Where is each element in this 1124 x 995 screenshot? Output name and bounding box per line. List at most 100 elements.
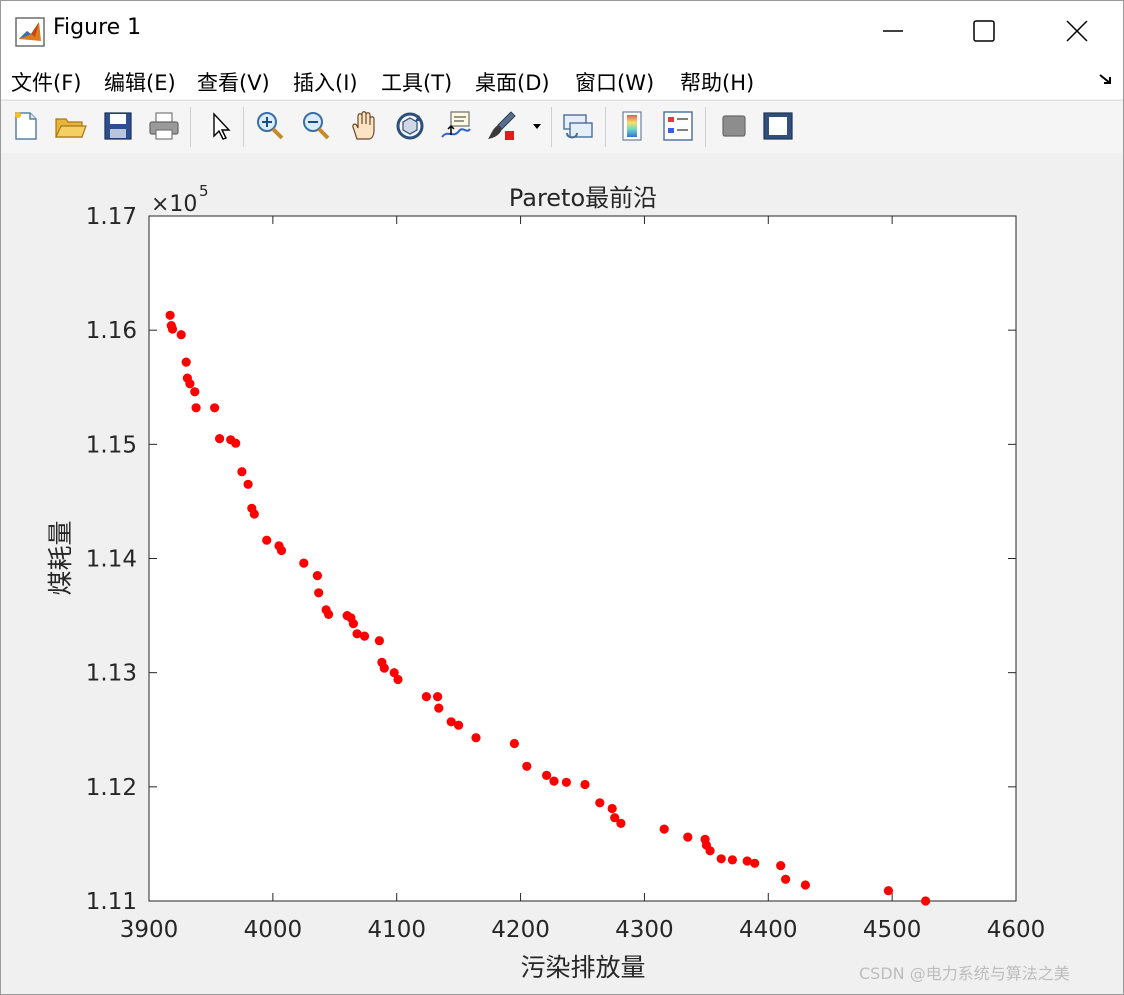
data-point[interactable] [727,855,738,865]
data-point[interactable] [781,874,791,884]
data-point[interactable] [595,798,605,808]
data-cursor-icon[interactable] [439,109,473,143]
matlab-icon [15,17,45,47]
save-icon[interactable] [101,109,135,143]
data-point[interactable] [167,324,178,334]
x-tick-label: 4500 [863,917,922,943]
x-axis-label: 污染排放量 [520,953,645,982]
data-point[interactable] [800,880,811,890]
menu-insert[interactable]: 插入(I) [293,67,358,97]
data-point[interactable] [549,776,559,786]
maximize-icon [973,20,995,42]
brush-icon[interactable] [485,109,519,143]
data-point[interactable] [243,479,253,489]
data-point[interactable] [683,832,693,842]
new-figure-icon[interactable] [9,109,43,143]
data-point[interactable] [359,631,370,641]
hide-plot-tools-icon[interactable] [717,109,751,143]
data-point[interactable] [433,692,443,702]
data-point[interactable] [181,357,191,367]
data-point[interactable] [262,535,272,545]
data-point[interactable] [165,310,175,320]
toolbar-separator [243,107,244,147]
data-point[interactable] [659,824,669,834]
data-point[interactable] [276,545,287,556]
data-point[interactable] [421,692,431,702]
figure-window: Figure 1 文件(F) 编辑(E) 查看(V) 插入(I) 工具(T) 桌… [0,0,1124,995]
data-point[interactable] [776,861,786,871]
show-plot-tools-icon[interactable] [761,109,795,143]
data-point[interactable] [374,636,384,646]
data-point[interactable] [750,858,760,868]
toolbar-separator [190,107,191,147]
data-point[interactable] [561,777,572,787]
data-point[interactable] [185,379,195,389]
menu-edit[interactable]: 编辑(E) [104,67,176,97]
scatter-plot[interactable]: 3900 4000 4100 4200 4300 4400 4500 4600 1.11 1.1… [1,153,1123,994]
y-tick-label: 1.13 [86,661,137,687]
data-point[interactable] [231,438,241,448]
legend-icon[interactable] [661,109,695,143]
data-point[interactable] [509,738,519,749]
x-tick-label: 3900 [120,917,179,943]
data-point[interactable] [312,571,322,581]
dock-arrow-icon[interactable] [1097,71,1115,89]
minimize-button[interactable] [847,1,939,61]
y-axis-label: 煤耗量 [46,520,75,595]
data-point[interactable] [314,588,324,598]
data-point[interactable] [616,818,626,829]
y-tick-label: 1.16 [86,318,137,344]
rotate-3d-icon[interactable] [393,109,427,143]
menu-help[interactable]: 帮助(H) [680,67,754,97]
data-point[interactable] [210,403,220,413]
toolbar-separator [605,107,606,147]
data-point[interactable] [176,330,186,340]
data-point[interactable] [299,558,309,568]
print-icon[interactable] [147,109,181,143]
title-bar[interactable]: Figure 1 [1,1,1123,61]
open-file-icon[interactable] [53,109,87,143]
data-point[interactable] [471,733,481,743]
menu-window[interactable]: 窗口(W) [575,67,654,97]
data-point[interactable] [348,619,358,629]
menu-desktop[interactable]: 桌面(D) [475,67,550,97]
data-point[interactable] [607,803,617,814]
x-tick-label: 4400 [739,917,798,943]
menu-view[interactable]: 查看(V) [197,67,270,97]
window-title: Figure 1 [53,15,142,40]
data-point[interactable] [215,434,225,444]
figure-canvas: 3900 4000 4100 4200 4300 4400 4500 4600 1.11 1.1… [1,153,1123,994]
data-point[interactable] [237,467,247,477]
data-point[interactable] [883,886,894,896]
data-point[interactable] [716,854,726,864]
data-point[interactable] [454,720,464,730]
zoom-in-icon[interactable] [253,109,287,143]
data-point[interactable] [522,761,532,771]
data-point[interactable] [393,674,403,685]
data-point[interactable] [190,387,200,397]
data-point[interactable] [379,663,389,673]
toolbar-separator [551,107,552,147]
pan-hand-icon[interactable] [347,109,381,143]
link-plot-icon[interactable] [561,109,595,143]
data-point[interactable] [921,896,931,906]
menu-file[interactable]: 文件(F) [11,67,81,97]
data-point[interactable] [542,770,552,781]
data-point[interactable] [324,609,334,619]
data-point[interactable] [191,403,201,413]
data-point[interactable] [249,509,259,519]
maximize-button[interactable] [939,1,1031,61]
close-icon [1066,20,1088,42]
close-button[interactable] [1031,1,1123,61]
pointer-icon[interactable] [203,109,237,143]
y-tick-label: 1.11 [86,889,137,915]
data-point[interactable] [580,779,590,790]
y-tick-label: 1.12 [86,775,137,801]
brush-dropdown-icon[interactable] [529,109,545,143]
y-tick-label: 1.15 [86,432,137,458]
data-point[interactable] [705,846,715,856]
colorbar-icon[interactable] [615,109,649,143]
data-point[interactable] [434,703,444,713]
zoom-out-icon[interactable] [299,109,333,143]
menu-tools[interactable]: 工具(T) [381,67,452,97]
